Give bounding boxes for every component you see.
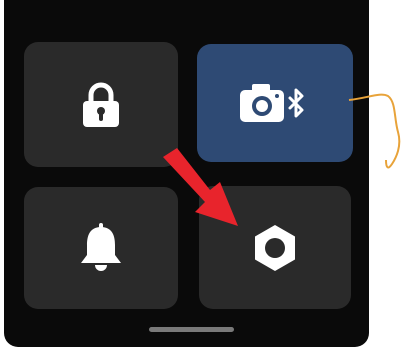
orange-squiggle-annotation — [348, 93, 401, 169]
